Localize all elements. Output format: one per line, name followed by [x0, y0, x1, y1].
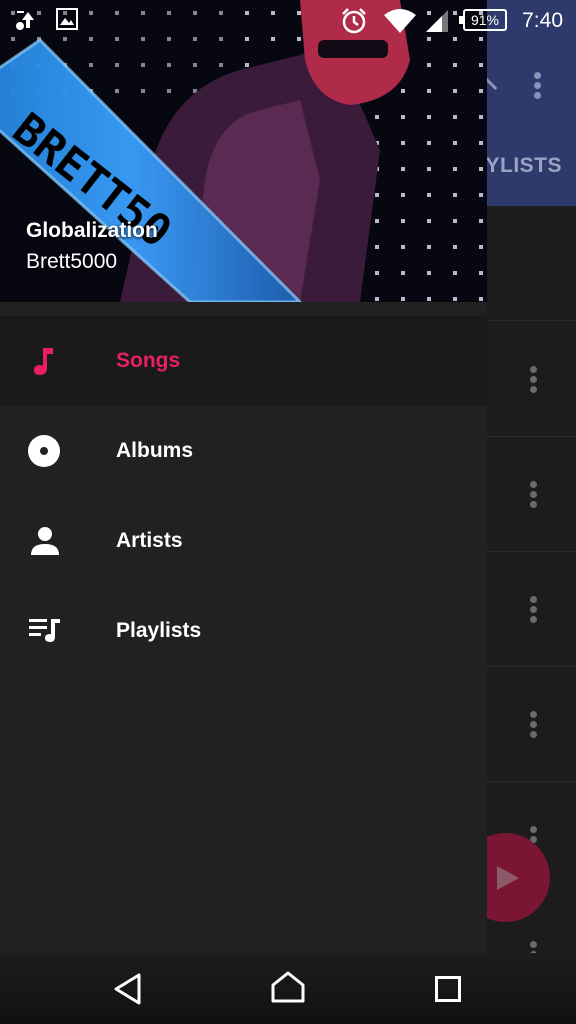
playlist-icon: [29, 619, 60, 642]
tab-playlists[interactable]: YLISTS: [485, 154, 562, 178]
back-icon[interactable]: [113, 972, 143, 1006]
signal-icon: [426, 10, 448, 32]
clock: 7:40: [522, 9, 563, 32]
drawer-header[interactable]: BRETT50 Globalization Brett5000: [0, 0, 487, 302]
drawer-item-artists[interactable]: Artists: [0, 496, 487, 586]
battery-indicator: 91%: [459, 9, 507, 31]
drawer-menu: Songs Albums Artists Playlists: [0, 316, 487, 676]
divider: [487, 436, 576, 437]
song-more-icon[interactable]: [530, 366, 538, 396]
image-icon: [56, 8, 78, 30]
drawer-item-albums[interactable]: Albums: [0, 406, 487, 496]
status-bar: 91% 7:40: [0, 0, 576, 40]
recents-icon[interactable]: [435, 976, 461, 1002]
song-more-icon[interactable]: [530, 596, 538, 626]
divider: [487, 551, 576, 552]
navigation-drawer: BRETT50 Globalization Brett5000 Songs Al…: [0, 0, 487, 1024]
home-icon[interactable]: [270, 970, 306, 1004]
system-nav-bar: [0, 953, 576, 1024]
divider: [487, 320, 576, 321]
drawer-item-songs[interactable]: Songs: [0, 316, 487, 406]
drawer-item-label: Songs: [116, 349, 181, 372]
drawer-item-playlists[interactable]: Playlists: [0, 586, 487, 676]
drawer-item-label: Playlists: [116, 619, 202, 642]
cast-icon: [16, 11, 34, 30]
song-more-icon[interactable]: [530, 481, 538, 511]
overflow-menu-icon[interactable]: [534, 72, 542, 102]
drawer-item-label: Artists: [116, 529, 183, 552]
divider: [487, 666, 576, 667]
album-icon: [28, 435, 60, 467]
now-playing-title: Globalization: [26, 219, 158, 242]
song-more-icon[interactable]: [530, 711, 538, 741]
alarm-icon: [342, 8, 366, 34]
drawer-item-label: Albums: [116, 439, 194, 462]
play-icon: [497, 866, 519, 890]
now-playing-artist: Brett5000: [26, 250, 118, 273]
divider: [487, 781, 576, 782]
wifi-icon: [384, 9, 416, 33]
music-note-icon: [34, 348, 53, 375]
person-icon: [31, 527, 59, 555]
